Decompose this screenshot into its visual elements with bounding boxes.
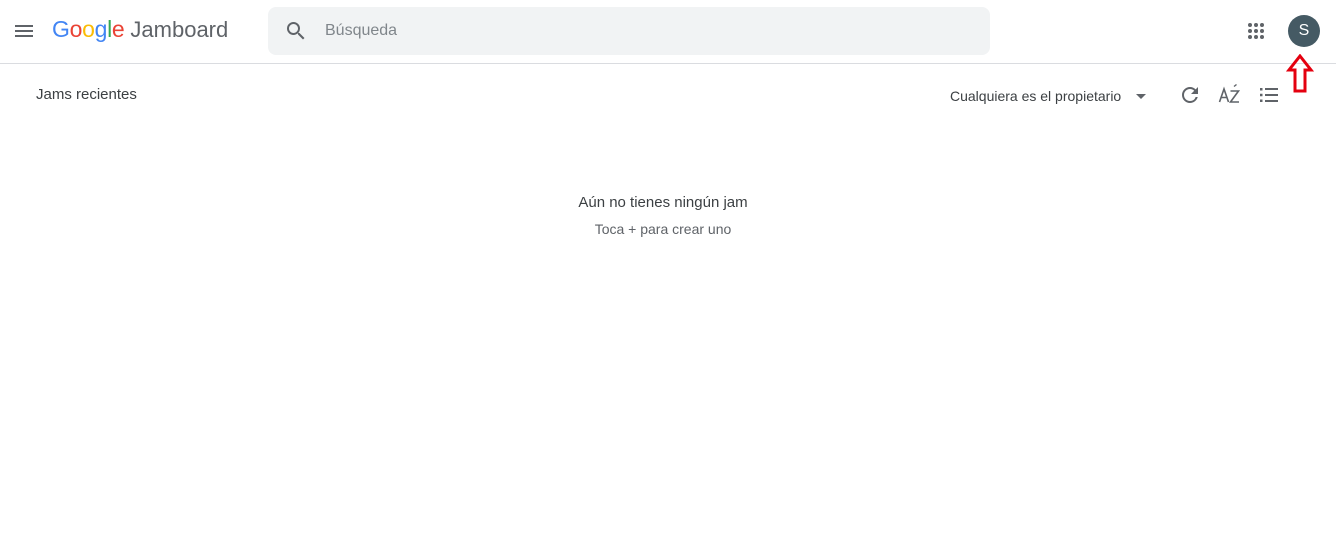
recent-jams-title: Jams recientes: [36, 86, 137, 103]
owner-filter-label: Cualquiera es el propietario: [950, 88, 1122, 104]
search-input[interactable]: [324, 7, 990, 55]
avatar-initial: S: [1298, 22, 1310, 39]
google-wordmark: Google: [52, 16, 125, 43]
dropdown-caret-icon: [1129, 84, 1153, 108]
search-button[interactable]: [268, 7, 324, 55]
empty-state-title: Aún no tienes ningún jam: [578, 194, 748, 211]
sort-button[interactable]: [1210, 75, 1250, 115]
google-apps-button[interactable]: [1236, 11, 1276, 51]
red-up-arrow-icon: [1286, 54, 1314, 93]
logo-letter: o: [69, 16, 83, 42]
product-name: Jamboard: [130, 17, 229, 42]
top-app-bar: Google Jamboard S: [0, 0, 1336, 64]
refresh-icon: [1182, 87, 1198, 103]
logo-letter: G: [52, 16, 70, 42]
search-icon: [287, 22, 305, 40]
logo-letter: o: [82, 16, 95, 42]
empty-state: Aún no tienes ningún jam Toca + para cre…: [0, 193, 1326, 238]
app-logo[interactable]: Google Jamboard: [52, 16, 228, 48]
refresh-button[interactable]: [1170, 75, 1210, 115]
search-bar: [268, 7, 990, 55]
hamburger-menu-icon: [15, 25, 33, 37]
list-view-icon: [1260, 88, 1278, 102]
sort-az-icon: [1218, 83, 1241, 103]
apps-grid-icon: [1248, 23, 1264, 39]
empty-state-subtitle: Toca + para crear uno: [594, 221, 732, 237]
owner-filter-dropdown[interactable]: Cualquiera es el propietario: [950, 80, 1153, 112]
logo-letter: g: [94, 16, 108, 42]
account-avatar[interactable]: S: [1288, 15, 1320, 47]
list-view-button[interactable]: [1249, 75, 1289, 115]
logo-letter: e: [111, 16, 125, 42]
main-menu-button[interactable]: [4, 11, 44, 51]
